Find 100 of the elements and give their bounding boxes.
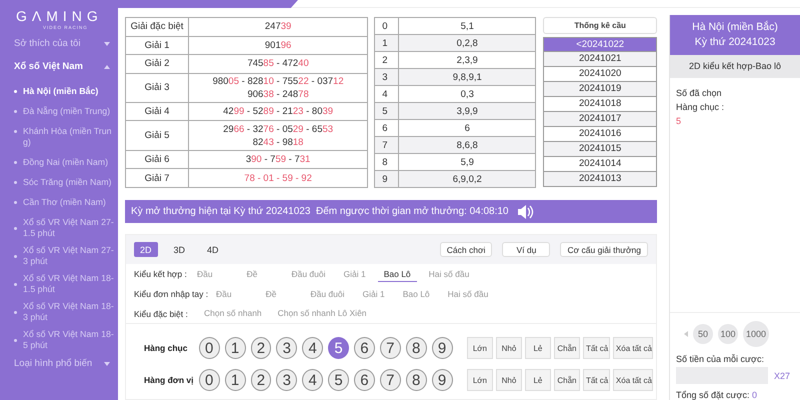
speaker-icon[interactable] (516, 204, 534, 220)
digit-cell: 7 (374, 136, 399, 154)
picked-label: Hàng chục : (676, 101, 726, 114)
digit-ball[interactable]: 4 (302, 369, 324, 391)
period-title: Kỳ thứ 20241023 (694, 35, 776, 50)
prize-name-cell: Giải 1 (126, 36, 188, 55)
quick-pick-button[interactable]: Chẵn (554, 369, 580, 391)
tail-digits-cell: 2,3,9 (398, 52, 536, 68)
picked-title: Số đã chọn (676, 87, 723, 100)
digit-ball[interactable]: 8 (406, 337, 427, 359)
prize-name-cell: Giải 6 (126, 150, 188, 169)
prize-numbers: 4299 - 5289 - 2123 - 8039 (223, 105, 334, 118)
digit-ball[interactable]: 2 (250, 369, 272, 391)
chip-button[interactable]: 1000 (743, 321, 769, 347)
help-button[interactable]: Cách chơi (440, 242, 492, 257)
digit-cell: 3 (374, 68, 399, 86)
draw-date-item[interactable]: 20241018 (543, 97, 657, 112)
multiplier-text: X27 (774, 370, 790, 380)
game-tab[interactable]: 4D (201, 242, 225, 257)
tail-digits-cell: 0,3 (398, 86, 536, 102)
tail-digits-cell: 5,9 (398, 154, 536, 170)
quick-pick-button[interactable]: Tất cả (582, 369, 610, 391)
digit-ball[interactable]: 7 (380, 369, 401, 391)
quick-pick-button[interactable]: Lớn (466, 337, 493, 359)
prize-name-cell: Giải 4 (126, 102, 188, 121)
digit-ball[interactable]: 7 (380, 337, 401, 359)
quick-pick-button[interactable]: Xóa tất cả (612, 369, 653, 391)
caret-down-icon (104, 42, 110, 46)
stats-button[interactable]: Thống kê cầu (543, 17, 657, 34)
caret-down-icon (104, 362, 110, 366)
digit-ball[interactable]: 3 (276, 369, 298, 391)
prize-numbers: 8243 - 9818 (252, 136, 304, 149)
digit-ball[interactable]: 1 (224, 369, 246, 391)
draw-date-item[interactable]: 20241014 (543, 157, 657, 172)
game-tab[interactable]: 2D (134, 242, 158, 257)
digit-ball[interactable]: 0 (198, 337, 220, 359)
digit-cell: 8 (374, 154, 399, 170)
draw-date-item[interactable]: 20241016 (543, 127, 657, 142)
draw-date-item[interactable]: <20241022 (543, 37, 657, 52)
bet-mode-label: 2D kiểu kết hợp-Bao lô (670, 55, 800, 78)
bet-option[interactable]: Bao Lô (378, 266, 417, 282)
quick-pick-button[interactable]: Nhỏ (496, 369, 522, 391)
prize-name-cell: Giải 7 (126, 168, 188, 188)
digit-ball[interactable]: 5 (328, 369, 349, 391)
digit-ball[interactable]: 2 (250, 337, 272, 359)
help-button[interactable]: Ví dụ (502, 242, 550, 257)
sidebar-item[interactable]: Hà Nội (miền Bắc) (14, 86, 118, 97)
digit-cell: 2 (374, 52, 399, 68)
prize-numbers: 90638 - 24878 (247, 88, 309, 101)
draw-date-item[interactable]: 20241017 (543, 112, 657, 127)
region-title: Hà Nội (miền Bắc) (691, 20, 779, 35)
tail-digits-cell: 0,2,8 (398, 34, 536, 52)
digit-cell: 0 (374, 18, 399, 34)
total-value: 0 (752, 390, 757, 400)
prize-numbers: 74585 - 47240 (247, 57, 309, 70)
draw-date-item[interactable]: 20241015 (543, 142, 657, 157)
quick-pick-button[interactable]: Lớn (466, 369, 493, 391)
quick-pick-button[interactable]: Tất cả (582, 337, 610, 359)
tail-digits-cell: 3,9,9 (398, 102, 536, 120)
logo: GΛMING (16, 8, 103, 24)
tail-digits-cell: 5,1 (398, 18, 536, 34)
draw-date-item[interactable]: 20241019 (543, 82, 657, 97)
digit-ball[interactable]: 6 (354, 369, 375, 391)
digit-ball[interactable]: 9 (432, 369, 452, 391)
help-button[interactable]: Cơ cấu giải thưởng (560, 242, 648, 257)
bet-type-label: Kiểu đơn nhập tay : (134, 289, 210, 299)
quick-pick-button[interactable]: Lẻ (524, 337, 551, 359)
digit-ball[interactable]: 9 (432, 337, 452, 359)
countdown-text: Đếm ngược thời gian mở thưởng: 04:08:10 (316, 206, 508, 217)
digit-ball[interactable]: 5 (328, 337, 349, 359)
tail-digits-cell: 6,9,0,2 (398, 170, 536, 188)
bet-type-label: Kiểu kết hợp : (134, 269, 188, 279)
quick-pick-button[interactable]: Nhỏ (496, 337, 522, 359)
prize-numbers: 78 - 01 - 59 - 92 (244, 172, 312, 185)
quick-pick-button[interactable]: Chẵn (554, 337, 580, 359)
digit-ball[interactable]: 3 (276, 337, 298, 359)
draw-date-item[interactable]: 20241021 (543, 52, 657, 67)
draw-date-item[interactable]: 20241013 (543, 172, 657, 187)
digit-ball[interactable]: 1 (224, 337, 246, 359)
quick-pick-button[interactable]: Lẻ (524, 369, 551, 391)
prize-name-cell: Giải 5 (126, 120, 188, 150)
bet-type-label: Kiểu đặc biệt : (134, 308, 189, 318)
sidebar-group[interactable]: Xổ số Việt Nam (14, 61, 110, 72)
prize-numbers: 90196 (264, 38, 292, 52)
chip-button[interactable]: 50 (693, 324, 713, 344)
digit-cell: 1 (374, 34, 399, 52)
caret-up-icon (104, 64, 110, 68)
draw-date-item[interactable]: 20241020 (543, 67, 657, 82)
quick-pick-button[interactable]: Xóa tất cả (612, 337, 653, 359)
prize-numbers: 390 - 759 - 731 (246, 153, 310, 166)
digit-ball[interactable]: 0 (198, 369, 220, 391)
digit-ball[interactable]: 6 (354, 337, 375, 359)
chip-button[interactable]: 100 (718, 324, 738, 344)
current-draw-text: Kỳ mở thưởng hiện tại Kỳ thứ 20241023 (131, 206, 312, 217)
prize-numbers: 98005 - 82810 - 75522 - 03712 (212, 74, 344, 88)
prize-name-cell: Giải đặc biệt (126, 18, 188, 36)
arrow-left-icon[interactable] (684, 331, 688, 337)
digit-ball[interactable]: 4 (302, 337, 324, 359)
game-tab[interactable]: 3D (168, 242, 192, 257)
digit-ball[interactable]: 8 (406, 369, 427, 391)
